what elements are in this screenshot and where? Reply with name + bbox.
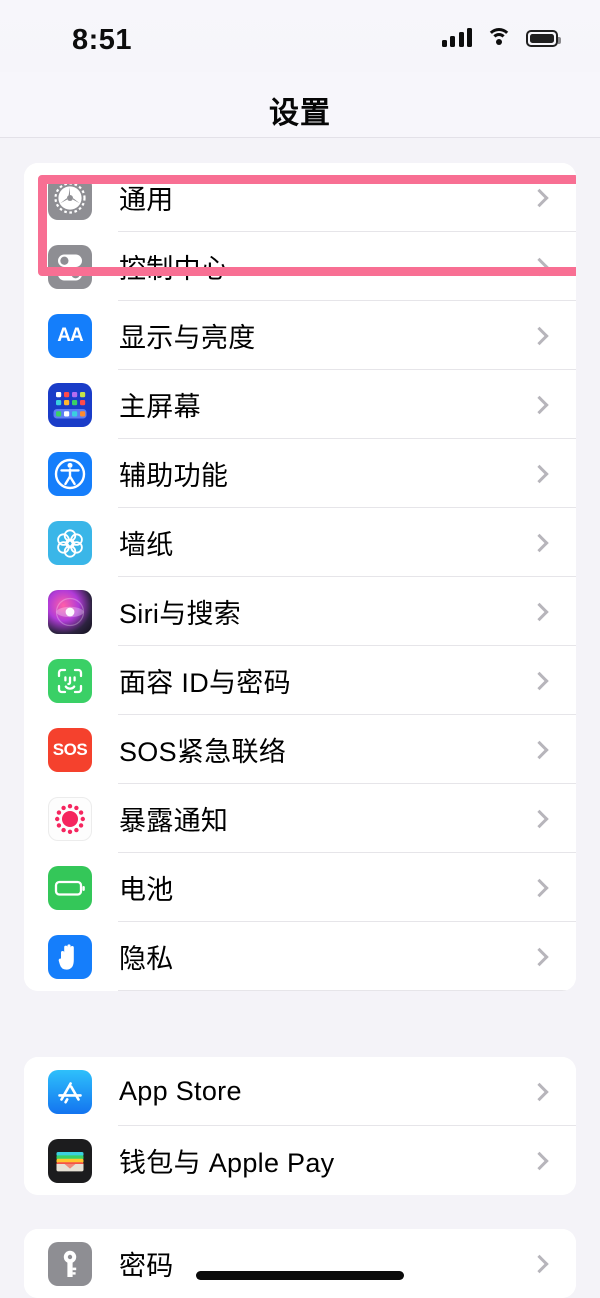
settings-row-label: 暴露通知 (119, 806, 229, 836)
settings-row-app-store[interactable]: App Store (24, 1057, 576, 1126)
row-divider (118, 990, 576, 991)
settings-row-accessibility[interactable]: 辅助功能 (24, 439, 576, 508)
settings-row-display-brightness[interactable]: AA 显示与亮度 (24, 301, 576, 370)
chevron-right-icon (530, 947, 549, 966)
chevron-right-icon (530, 809, 549, 828)
chevron-right-icon (530, 1151, 549, 1170)
chevron-right-icon (530, 602, 549, 621)
control-center-icon (48, 244, 92, 289)
home-screen-icon (48, 382, 92, 427)
siri-icon (48, 589, 92, 634)
settings-row-siri-search[interactable]: Siri与搜索 (24, 577, 576, 646)
settings-row-battery[interactable]: 电池 (24, 853, 576, 922)
gear-icon (48, 175, 92, 220)
settings-row-label: 主屏幕 (119, 392, 201, 422)
settings-row-label: 显示与亮度 (119, 323, 256, 353)
settings-row-label: 通用 (119, 185, 174, 215)
key-icon (48, 1241, 92, 1286)
emergency-sos-icon: SOS (48, 727, 92, 772)
accessibility-icon (48, 451, 92, 496)
settings-row-label: 辅助功能 (119, 461, 229, 491)
settings-row-label: 隐私 (119, 944, 174, 974)
status-bar: 8:51 (0, 0, 600, 72)
status-bar-time: 8:51 (72, 24, 133, 56)
chevron-right-icon (530, 740, 549, 759)
settings-row-label: 面容 ID与密码 (119, 668, 291, 698)
chevron-right-icon (530, 326, 549, 345)
exposure-notification-icon (48, 796, 92, 841)
navigation-bar: 设置 (0, 72, 600, 138)
settings-row-label: SOS紧急联络 (119, 737, 287, 767)
display-icon-text: AA (57, 324, 83, 346)
settings-list[interactable]: 通用 控制中心 AA 显示与亮度 主屏幕 辅助功能 墙纸 Siri与搜索 面容 … (0, 139, 600, 1298)
chevron-right-icon (530, 257, 549, 276)
chevron-right-icon (530, 878, 549, 897)
settings-row-general[interactable]: 通用 (24, 163, 576, 232)
settings-row-control-center[interactable]: 控制中心 (24, 232, 576, 301)
chevron-right-icon (530, 395, 549, 414)
chevron-right-icon (530, 533, 549, 552)
face-id-icon (48, 658, 92, 703)
display-brightness-icon: AA (48, 313, 92, 358)
wifi-icon (486, 28, 512, 47)
chevron-right-icon (530, 1082, 549, 1101)
settings-row-label: Siri与搜索 (119, 599, 242, 629)
settings-section-3: 密码 (24, 1229, 576, 1298)
settings-row-label: App Store (119, 1076, 242, 1106)
settings-screen: 8:51 设置 通用 控制中心 AA 显示与亮度 主屏幕 辅助功能 墙纸 Sir… (0, 0, 600, 1298)
app-store-icon (48, 1069, 92, 1114)
settings-row-home-screen[interactable]: 主屏幕 (24, 370, 576, 439)
settings-row-label: 电池 (119, 875, 174, 905)
settings-row-emergency-sos[interactable]: SOS SOS紧急联络 (24, 715, 576, 784)
chevron-right-icon (530, 1254, 549, 1273)
settings-row-passwords[interactable]: 密码 (24, 1229, 576, 1298)
cellular-bars-icon (441, 28, 472, 47)
chevron-right-icon (530, 464, 549, 483)
battery-full-icon (526, 30, 561, 47)
settings-section-2: App Store 钱包与 Apple Pay (24, 1057, 576, 1195)
status-bar-indicators (441, 28, 561, 47)
battery-icon (48, 865, 92, 910)
settings-row-label: 墙纸 (119, 530, 174, 560)
settings-row-face-id[interactable]: 面容 ID与密码 (24, 646, 576, 715)
settings-row-privacy[interactable]: 隐私 (24, 922, 576, 991)
privacy-hand-icon (48, 934, 92, 979)
settings-row-label: 密码 (119, 1251, 174, 1281)
wallet-icon (48, 1138, 92, 1183)
chevron-right-icon (530, 188, 549, 207)
settings-row-wallet-apple-pay[interactable]: 钱包与 Apple Pay (24, 1126, 576, 1195)
settings-row-label: 钱包与 Apple Pay (119, 1148, 335, 1178)
chevron-right-icon (530, 671, 549, 690)
settings-row-label: 控制中心 (119, 254, 229, 284)
home-indicator[interactable] (196, 1271, 404, 1280)
wallpaper-icon (48, 520, 92, 565)
settings-row-exposure-notifications[interactable]: 暴露通知 (24, 784, 576, 853)
page-title: 设置 (269, 97, 331, 130)
sos-icon-text: SOS (52, 739, 88, 759)
settings-row-wallpaper[interactable]: 墙纸 (24, 508, 576, 577)
settings-section-1: 通用 控制中心 AA 显示与亮度 主屏幕 辅助功能 墙纸 Siri与搜索 面容 … (24, 163, 576, 991)
